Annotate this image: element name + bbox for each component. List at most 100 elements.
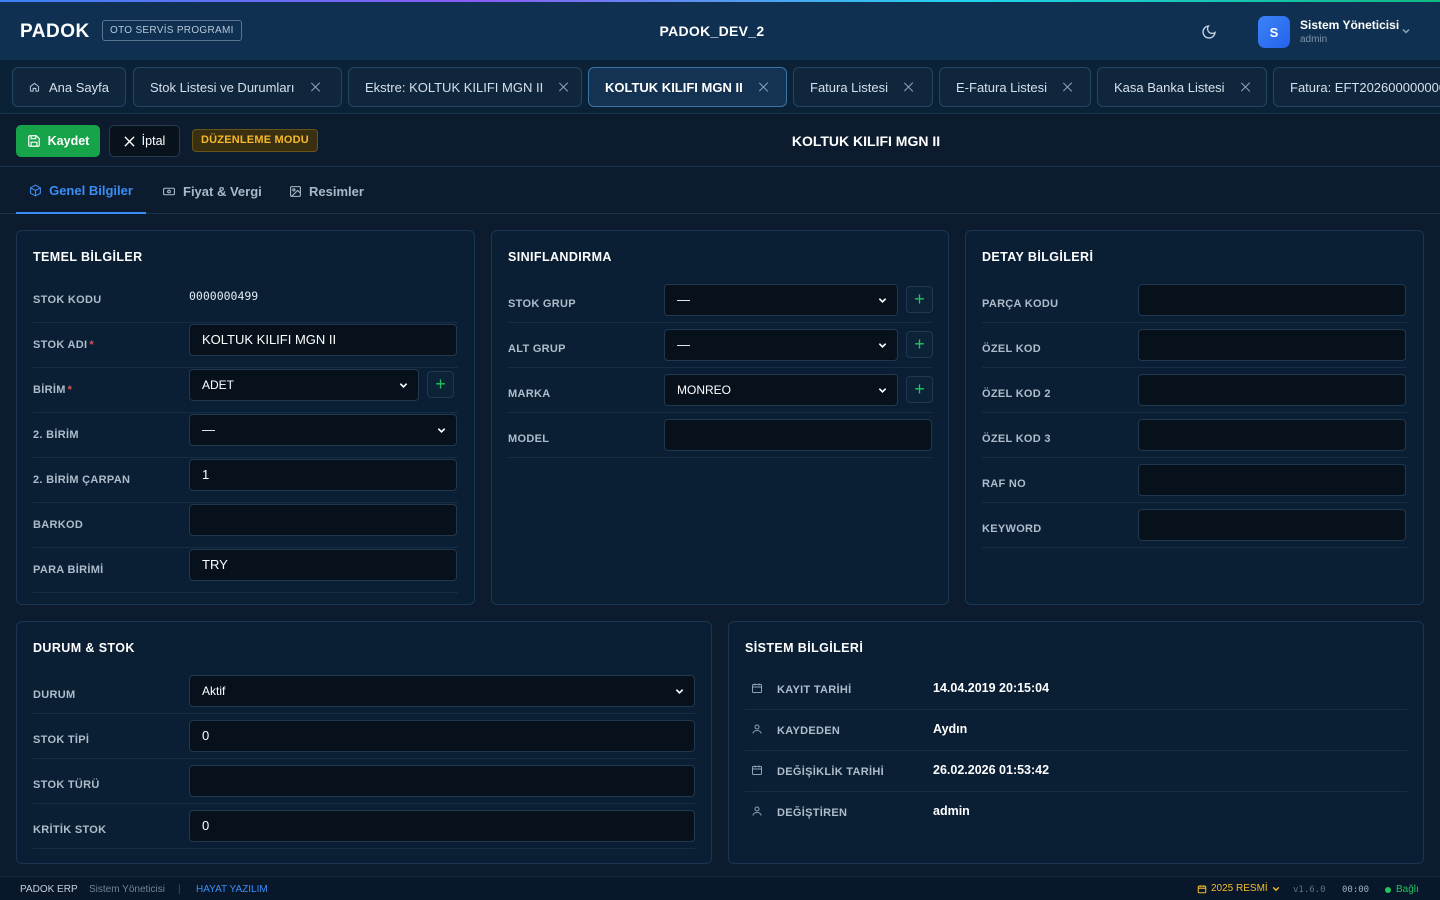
- form-row-stok-tipi: STOK TİPİ 0: [33, 714, 695, 759]
- field-label: STOK GRUP: [508, 298, 576, 310]
- chevron-down-icon: [399, 383, 408, 388]
- info-row-degisiklik-tarihi: DEĞİŞİKLİK TARİHİ 26.02.2026 01:53:42: [745, 751, 1407, 792]
- add-stok-grup-button[interactable]: +: [906, 286, 933, 313]
- tab-fatura-listesi[interactable]: Fatura Listesi: [793, 67, 933, 107]
- siniflandirma-card: SINIFLANDIRMA STOK GRUP — + ALT GRUP — +…: [491, 230, 949, 605]
- field-label: RAF NO: [982, 478, 1026, 490]
- field-label: PARA BİRİMİ: [33, 564, 104, 576]
- alt-grup-select[interactable]: —: [664, 329, 898, 361]
- stok-turu-input[interactable]: [189, 765, 695, 797]
- ozel-kod-3-input[interactable]: [1138, 419, 1406, 451]
- close-icon[interactable]: [559, 82, 565, 92]
- info-row-kaydeden: KAYDEDEN Aydın: [745, 710, 1407, 751]
- close-icon[interactable]: [1241, 82, 1250, 92]
- tab-koltuk-kilifi[interactable]: KOLTUK KILIFI MGN II: [588, 67, 787, 107]
- home-icon: [29, 82, 40, 92]
- tab-genel-bilgiler[interactable]: Genel Bilgiler: [16, 168, 146, 214]
- image-icon: [290, 185, 301, 197]
- field-label: STOK ADI *: [33, 339, 94, 351]
- info-value: Aydın: [933, 722, 968, 736]
- close-icon[interactable]: [1063, 82, 1073, 92]
- tab-label: Fiyat & Vergi: [183, 183, 262, 199]
- field-label-text: BİRİM: [33, 384, 66, 396]
- tab-label: Ana Sayfa: [49, 79, 109, 95]
- stok-grup-select[interactable]: —: [664, 284, 898, 316]
- parca-kodu-input[interactable]: [1138, 284, 1406, 316]
- para-birimi-input[interactable]: TRY: [189, 549, 457, 581]
- ozel-kod-input[interactable]: [1138, 329, 1406, 361]
- tab-resimler[interactable]: Resimler: [289, 168, 364, 214]
- chevron-down-icon[interactable]: [1401, 26, 1411, 36]
- sistem-bilgileri-card: SİSTEM BİLGİLERİ KAYIT TARİHİ 14.04.2019…: [728, 621, 1424, 864]
- tab-stok-listesi[interactable]: Stok Listesi ve Durumları: [133, 67, 342, 107]
- stok-tipi-input[interactable]: 0: [189, 720, 695, 752]
- period-selector[interactable]: 2025 RESMİ: [1197, 883, 1280, 894]
- field-label: PARÇA KODU: [982, 298, 1059, 310]
- info-value: admin: [933, 804, 970, 818]
- status-app-name: PADOK ERP: [20, 884, 78, 895]
- card-title: SİSTEM BİLGİLERİ: [745, 641, 864, 655]
- form-row-stok-kodu: STOK KODU 0000000499: [33, 278, 458, 323]
- chevron-down-icon: [878, 343, 887, 348]
- tab-kasa-banka[interactable]: Kasa Banka Listesi: [1097, 67, 1267, 107]
- close-icon[interactable]: [904, 82, 914, 92]
- status-user: Sistem Yöneticisi: [89, 884, 165, 895]
- model-input[interactable]: [664, 419, 932, 451]
- avatar[interactable]: S: [1258, 16, 1290, 48]
- keyword-input[interactable]: [1138, 509, 1406, 541]
- chevron-down-icon: [675, 689, 684, 694]
- add-alt-grup-button[interactable]: +: [906, 331, 933, 358]
- birim-carpan-input[interactable]: 1: [189, 459, 457, 491]
- info-value: 26.02.2026 01:53:42: [933, 763, 1050, 777]
- chevron-down-icon: [1272, 886, 1280, 891]
- money-icon: [163, 187, 175, 195]
- birim2-select[interactable]: —: [189, 414, 457, 446]
- field-label: KEYWORD: [982, 523, 1042, 535]
- status-bar: PADOK ERP Sistem Yöneticisi | HAYAT YAZI…: [0, 876, 1440, 900]
- form-row-alt-grup: ALT GRUP — +: [508, 323, 933, 368]
- form-tabs: Genel Bilgiler Fiyat & Vergi Resimler: [0, 168, 1440, 214]
- kritik-stok-input[interactable]: 0: [189, 810, 695, 842]
- status-company[interactable]: HAYAT YAZILIM: [196, 884, 268, 895]
- form-row-stok-grup: STOK GRUP — +: [508, 278, 933, 323]
- form-row-birim: BİRİM * ADET +: [33, 368, 458, 413]
- form-row-parca-kodu: PARÇA KODU: [982, 278, 1407, 323]
- field-label: DURUM: [33, 689, 76, 701]
- cancel-button[interactable]: İptal: [109, 125, 180, 157]
- save-button[interactable]: Kaydet: [16, 125, 100, 157]
- field-label: 2. BİRİM: [33, 429, 79, 441]
- record-title: KOLTUK KILIFI MGN II: [791, 133, 941, 149]
- raf-no-input[interactable]: [1138, 464, 1406, 496]
- close-icon[interactable]: [311, 82, 321, 92]
- tab-ana-sayfa[interactable]: Ana Sayfa: [12, 67, 126, 107]
- barkod-input[interactable]: [189, 504, 457, 536]
- action-bar: Kaydet İptal DÜZENLEME MODU KOLTUK KILIF…: [0, 115, 1440, 167]
- add-marka-button[interactable]: +: [906, 376, 933, 403]
- tab-e-fatura-listesi[interactable]: E-Fatura Listesi: [939, 67, 1091, 107]
- user-name[interactable]: Sistem Yöneticisi: [1300, 18, 1399, 32]
- tab-fiyat-vergi[interactable]: Fiyat & Vergi: [162, 168, 262, 214]
- ozel-kod-2-input[interactable]: [1138, 374, 1406, 406]
- form-row-ozel-kod-2: ÖZEL KOD 2: [982, 368, 1407, 413]
- info-label: KAYDEDEN: [777, 725, 841, 737]
- user-icon: [752, 806, 762, 816]
- field-label: MODEL: [508, 433, 550, 445]
- required-mark: *: [67, 384, 73, 396]
- durum-select[interactable]: Aktif: [189, 675, 695, 707]
- stok-adi-input[interactable]: KOLTUK KILIFI MGN II: [189, 324, 457, 356]
- add-birim-button[interactable]: +: [427, 371, 454, 398]
- select-value: —: [677, 292, 690, 307]
- birim-select[interactable]: ADET: [189, 369, 419, 401]
- tab-ekstre[interactable]: Ekstre: KOLTUK KILIFI MGN II: [348, 67, 582, 107]
- theme-toggle-button[interactable]: [1198, 21, 1220, 43]
- field-label: STOK TİPİ: [33, 734, 90, 746]
- stok-kodu-value: 0000000499: [189, 289, 259, 303]
- connection-label: Bağlı: [1396, 884, 1419, 895]
- tab-label: E-Fatura Listesi: [956, 79, 1048, 95]
- period-label: 2025 RESMİ: [1211, 883, 1268, 894]
- marka-select[interactable]: MONREO: [664, 374, 898, 406]
- card-title: DURUM & STOK: [33, 641, 135, 655]
- tab-fatura-eft[interactable]: Fatura: EFT202600000000: [1273, 67, 1440, 107]
- form-row-model: MODEL: [508, 413, 932, 458]
- close-icon[interactable]: [759, 82, 769, 92]
